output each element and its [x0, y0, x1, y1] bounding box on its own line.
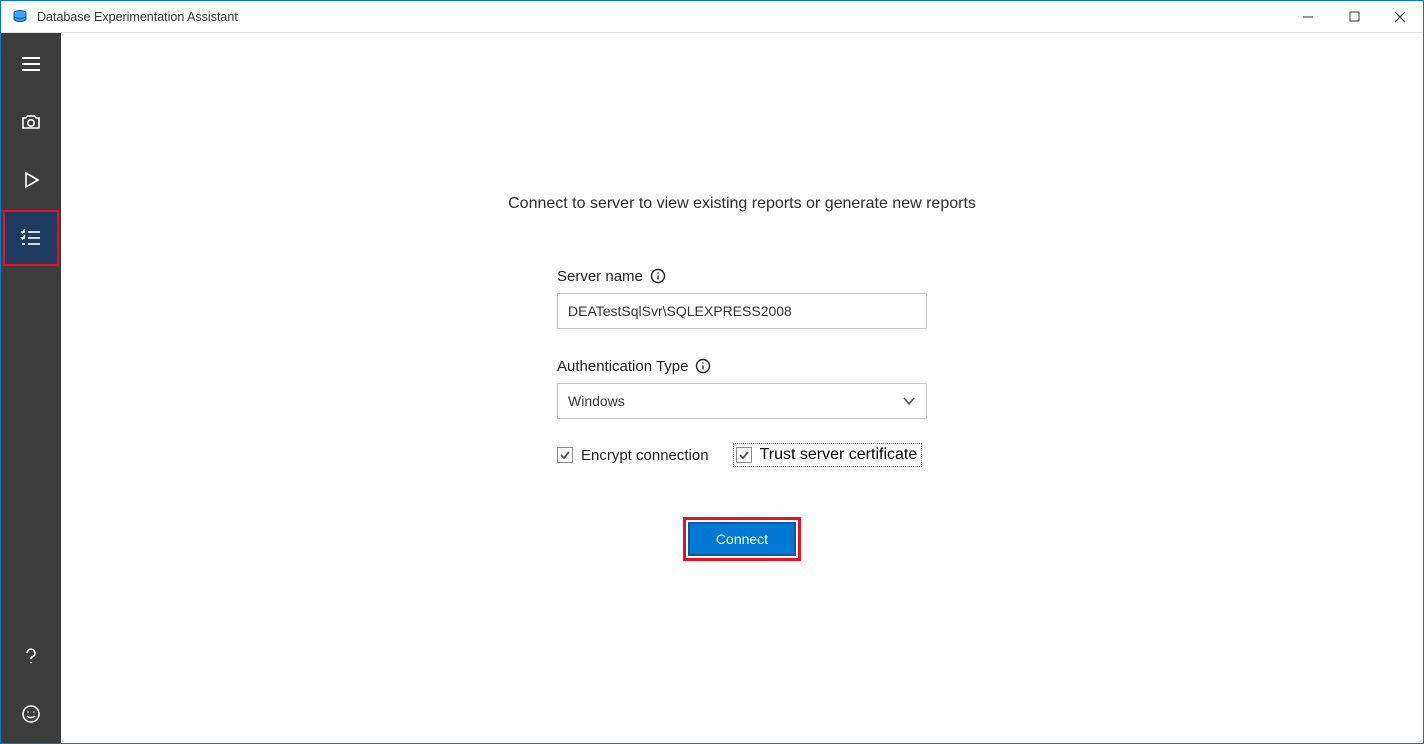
encrypt-label: Encrypt connection: [581, 447, 709, 464]
connect-button-label: Connect: [716, 531, 768, 547]
trust-checkbox-row[interactable]: Trust server certificate: [733, 443, 923, 467]
trust-label: Trust server certificate: [760, 446, 918, 464]
connect-button[interactable]: Connect: [688, 522, 796, 556]
info-icon[interactable]: [649, 267, 667, 285]
encrypt-checkbox[interactable]: [557, 447, 573, 463]
auth-type-select[interactable]: Windows: [557, 383, 927, 419]
server-name-label: Server name: [557, 268, 643, 285]
app-window: Database Experimentation Assistant: [0, 0, 1424, 744]
window-title: Database Experimentation Assistant: [37, 10, 238, 24]
auth-type-selected: Windows: [568, 393, 625, 409]
auth-type-label: Authentication Type: [557, 358, 688, 375]
app-icon: [11, 8, 29, 26]
trust-checkbox[interactable]: [736, 447, 752, 463]
capture-nav-button[interactable]: [3, 94, 59, 150]
help-nav-button[interactable]: [3, 628, 59, 684]
maximize-button[interactable]: [1331, 1, 1377, 33]
minimize-button[interactable]: [1285, 1, 1331, 33]
chevron-down-icon: [902, 394, 916, 408]
encrypt-checkbox-row[interactable]: Encrypt connection: [557, 443, 709, 467]
main-content: Connect to server to view existing repor…: [61, 33, 1423, 743]
close-button[interactable]: [1377, 1, 1423, 33]
info-icon[interactable]: [694, 357, 712, 375]
connect-highlight: Connect: [683, 517, 801, 561]
reports-nav-button[interactable]: [3, 210, 59, 266]
page-hint: Connect to server to view existing repor…: [392, 195, 1092, 213]
hamburger-menu-button[interactable]: [3, 36, 59, 92]
feedback-nav-button[interactable]: [3, 686, 59, 742]
replay-nav-button[interactable]: [3, 152, 59, 208]
titlebar: Database Experimentation Assistant: [1, 1, 1423, 33]
server-name-input[interactable]: [557, 293, 927, 329]
sidebar: [1, 33, 61, 743]
